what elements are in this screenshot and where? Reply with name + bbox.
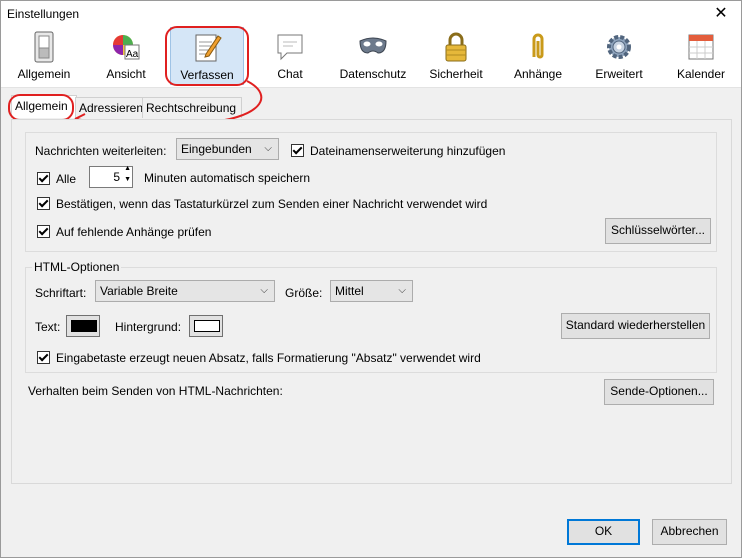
autosave-minutes-value: 5 xyxy=(113,170,120,184)
background-color-picker[interactable] xyxy=(189,315,223,337)
autosave-minutes-stepper[interactable]: 5 ▲ ▼ xyxy=(89,165,133,188)
spin-down-icon[interactable]: ▼ xyxy=(124,176,131,183)
autosave-checkbox[interactable] xyxy=(37,172,50,185)
spin-up-icon[interactable]: ▲ xyxy=(124,165,131,172)
html-options-legend: HTML-Optionen xyxy=(32,260,122,274)
html-options-group: Schriftart: Variable Breite ⌵ Größe: Mit… xyxy=(25,267,717,373)
send-options-button[interactable]: Sende-Optionen... xyxy=(604,379,714,405)
enter-paragraph-label: Eingabetaste erzeugt neuen Absatz, falls… xyxy=(56,351,481,365)
confirm-shortcut-checkbox[interactable] xyxy=(37,197,50,210)
font-select-value: Variable Breite xyxy=(100,284,178,298)
keywords-button[interactable]: Schlüsselwörter... xyxy=(605,218,711,244)
missing-attachments-checkbox[interactable] xyxy=(37,225,50,238)
compose-general-panel: Nachrichten weiterleiten: Eingebunden ⌵ … xyxy=(11,119,732,484)
forward-label: Nachrichten weiterleiten: xyxy=(35,144,167,158)
font-label: Schriftart: xyxy=(35,286,87,300)
autosave-suffix: Minuten automatisch speichern xyxy=(144,171,311,185)
font-select[interactable]: Variable Breite ⌵ xyxy=(95,280,275,302)
background-color-swatch xyxy=(194,320,220,332)
enter-paragraph-checkbox[interactable] xyxy=(37,351,50,364)
forward-select[interactable]: Eingebunden ⌵ xyxy=(176,138,279,160)
preferences-window: Einstellungen ✕ Allgemein Aa Ansicht Ver… xyxy=(0,0,742,558)
add-extension-checkbox[interactable] xyxy=(291,144,304,157)
cancel-button[interactable]: Abbrechen xyxy=(652,519,727,545)
chevron-down-icon: ⌵ xyxy=(398,285,406,296)
text-color-label: Text: xyxy=(35,320,61,334)
text-color-picker[interactable] xyxy=(66,315,100,337)
forward-select-value: Eingebunden xyxy=(181,142,252,156)
size-label: Größe: xyxy=(285,286,323,300)
ok-button[interactable]: OK xyxy=(567,519,640,545)
background-color-label: Hintergrund: xyxy=(115,320,182,334)
text-color-swatch xyxy=(71,320,97,332)
chevron-down-icon: ⌵ xyxy=(260,285,268,296)
autosave-label: Alle xyxy=(56,172,77,186)
general-group: Nachrichten weiterleiten: Eingebunden ⌵ … xyxy=(25,132,717,252)
add-extension-label: Dateinamenserweiterung hinzufügen xyxy=(310,144,506,158)
send-behavior-label: Verhalten beim Senden von HTML-Nachricht… xyxy=(28,384,283,398)
size-select[interactable]: Mittel ⌵ xyxy=(330,280,413,302)
chevron-down-icon: ⌵ xyxy=(264,143,272,154)
size-select-value: Mittel xyxy=(335,284,364,298)
missing-attachments-label: Auf fehlende Anhänge prüfen xyxy=(56,225,212,239)
restore-defaults-button[interactable]: Standard wiederherstellen xyxy=(561,313,710,339)
confirm-shortcut-label: Bestätigen, wenn das Tastaturkürzel zum … xyxy=(56,197,488,211)
